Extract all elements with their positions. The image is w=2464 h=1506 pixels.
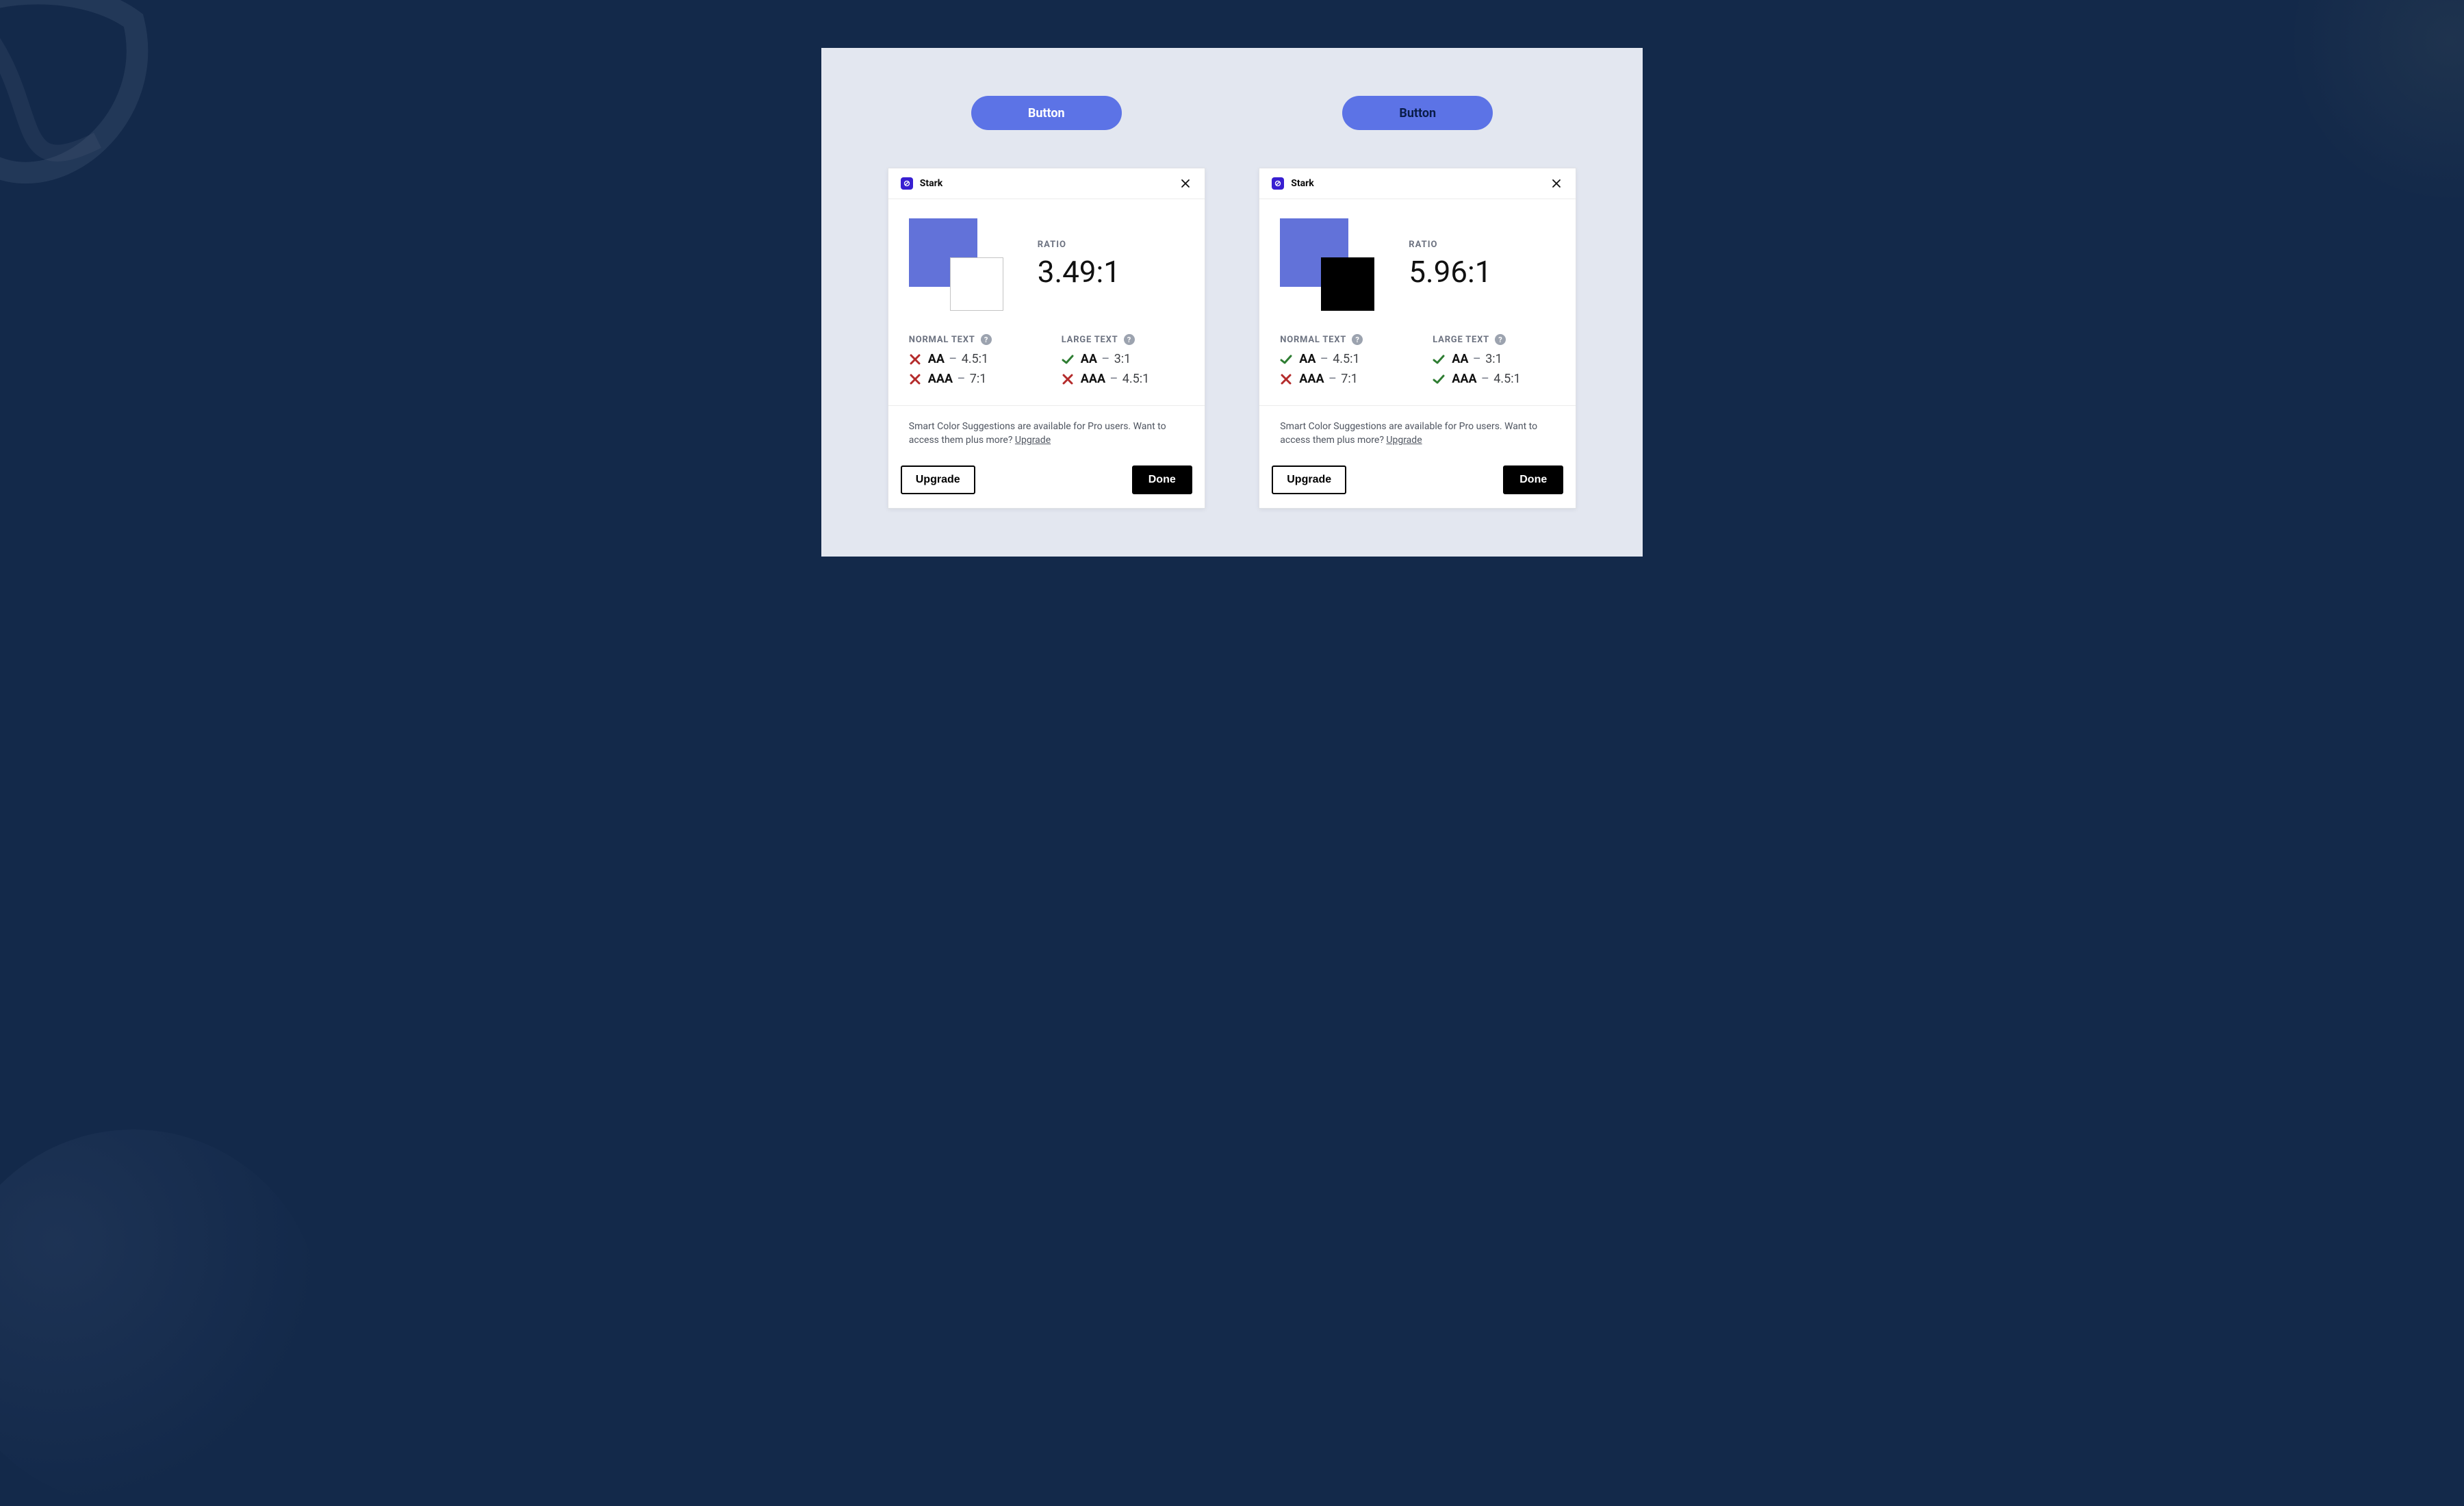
swatch-foreground xyxy=(950,257,1003,311)
check-icon xyxy=(1433,353,1445,366)
panel-footer: Upgrade Done xyxy=(1259,455,1576,508)
panel-body: RATIO 5.96:1 NORMAL TEXT ? AA – 4.5:1AAA… xyxy=(1259,199,1576,405)
criterion-level: AAA xyxy=(1452,372,1476,386)
panel-brand-name: Stark xyxy=(920,178,942,189)
cross-icon xyxy=(1280,373,1292,385)
criterion-line: AAA – 4.5:1 xyxy=(1062,372,1184,386)
upsell-text: Smart Color Suggestions are available fo… xyxy=(888,406,1205,455)
upgrade-button[interactable]: Upgrade xyxy=(901,465,975,494)
ratio-block: RATIO 3.49:1 xyxy=(1038,240,1120,290)
ratio-value: 3.49:1 xyxy=(1038,254,1120,290)
criteria-grid: NORMAL TEXT ? AA – 4.5:1 AAA – 7:1 LARGE … xyxy=(909,334,1184,392)
check-icon xyxy=(1062,353,1074,366)
help-icon[interactable]: ? xyxy=(1495,334,1506,345)
panel-footer: Upgrade Done xyxy=(888,455,1205,508)
close-icon xyxy=(1181,179,1190,188)
help-icon[interactable]: ? xyxy=(1352,334,1363,345)
criterion-level: AA xyxy=(1299,352,1316,366)
criterion-requirement: 3:1 xyxy=(1114,352,1131,366)
panel-brand-name: Stark xyxy=(1291,178,1313,189)
sample-button-left: Button xyxy=(971,96,1122,130)
criterion-requirement: 4.5:1 xyxy=(1122,372,1149,386)
criterion-line: AA – 3:1 xyxy=(1062,352,1184,366)
swatch-row: RATIO 5.96:1 xyxy=(1280,218,1555,311)
criterion-requirement: 3:1 xyxy=(1485,352,1502,366)
criterion-level: AAA xyxy=(1299,372,1324,386)
criterion-level: AA xyxy=(928,352,945,366)
upgrade-button[interactable]: Upgrade xyxy=(1272,465,1346,494)
stark-logo-icon xyxy=(1272,177,1284,190)
criterion-line: AA – 3:1 xyxy=(1433,352,1555,366)
criterion-level: AAA xyxy=(1081,372,1105,386)
color-swatches xyxy=(909,218,1005,311)
criteria-normal-col: NORMAL TEXT ? AA – 4.5:1 AAA – 7:1 xyxy=(909,334,1031,392)
close-button[interactable] xyxy=(1550,177,1563,190)
panel-brand: Stark xyxy=(901,177,942,190)
cross-icon xyxy=(909,353,921,366)
canvas: Button Stark xyxy=(821,48,1643,557)
color-swatches xyxy=(1280,218,1376,311)
criterion-line: AAA – 4.5:1 xyxy=(1433,372,1555,386)
stark-logo-icon xyxy=(901,177,913,190)
sample-button-right: Button xyxy=(1342,96,1493,130)
close-icon xyxy=(1552,179,1561,188)
ratio-label: RATIO xyxy=(1409,240,1491,250)
contrast-panel-right: Stark RATIO 5.96:1 xyxy=(1259,168,1576,509)
contrast-panel-left: Stark RATIO 3.49:1 xyxy=(888,168,1205,509)
left-column: Button Stark xyxy=(883,96,1210,509)
ratio-block: RATIO 5.96:1 xyxy=(1409,240,1491,290)
cross-icon xyxy=(1062,373,1074,385)
check-icon xyxy=(1433,373,1445,385)
criterion-requirement: 4.5:1 xyxy=(962,352,988,366)
close-button[interactable] xyxy=(1179,177,1192,190)
done-button[interactable]: Done xyxy=(1132,465,1192,494)
upsell-text: Smart Color Suggestions are available fo… xyxy=(1259,406,1576,455)
large-text-label: LARGE TEXT xyxy=(1433,335,1489,345)
criterion-requirement: 7:1 xyxy=(1341,372,1358,386)
upgrade-link[interactable]: Upgrade xyxy=(1386,435,1422,446)
criterion-line: AAA – 7:1 xyxy=(1280,372,1402,386)
swatch-foreground xyxy=(1321,257,1374,311)
criterion-level: AA xyxy=(1081,352,1097,366)
criteria-large-col: LARGE TEXT ? AA – 3:1 AAA – 4.5:1 xyxy=(1433,334,1555,392)
criterion-level: AAA xyxy=(928,372,953,386)
right-column: Button Stark xyxy=(1255,96,1582,509)
panel-brand: Stark xyxy=(1272,177,1313,190)
large-text-label: LARGE TEXT xyxy=(1062,335,1118,345)
check-icon xyxy=(1280,353,1292,366)
criterion-level: AA xyxy=(1452,352,1468,366)
swatch-row: RATIO 3.49:1 xyxy=(909,218,1184,311)
done-button[interactable]: Done xyxy=(1503,465,1563,494)
criterion-line: AA – 4.5:1 xyxy=(909,352,1031,366)
criterion-requirement: 7:1 xyxy=(970,372,987,386)
criterion-requirement: 4.5:1 xyxy=(1333,352,1359,366)
criteria-grid: NORMAL TEXT ? AA – 4.5:1 AAA – 7:1 LARGE … xyxy=(1280,334,1555,392)
panel-body: RATIO 3.49:1 NORMAL TEXT ? AA – 4.5:1AAA… xyxy=(888,199,1205,405)
normal-text-label: NORMAL TEXT xyxy=(1280,335,1346,345)
upgrade-link[interactable]: Upgrade xyxy=(1015,435,1051,446)
panel-header: Stark xyxy=(1259,168,1576,199)
cross-icon xyxy=(909,373,921,385)
normal-text-label: NORMAL TEXT xyxy=(909,335,975,345)
help-icon[interactable]: ? xyxy=(981,334,992,345)
criteria-large-col: LARGE TEXT ? AA – 3:1 AAA – 4.5:1 xyxy=(1062,334,1184,392)
ratio-label: RATIO xyxy=(1038,240,1120,250)
criterion-line: AA – 4.5:1 xyxy=(1280,352,1402,366)
panel-header: Stark xyxy=(888,168,1205,199)
criterion-line: AAA – 7:1 xyxy=(909,372,1031,386)
help-icon[interactable]: ? xyxy=(1124,334,1135,345)
criterion-requirement: 4.5:1 xyxy=(1493,372,1520,386)
criteria-normal-col: NORMAL TEXT ? AA – 4.5:1 AAA – 7:1 xyxy=(1280,334,1402,392)
ratio-value: 5.96:1 xyxy=(1409,254,1491,290)
